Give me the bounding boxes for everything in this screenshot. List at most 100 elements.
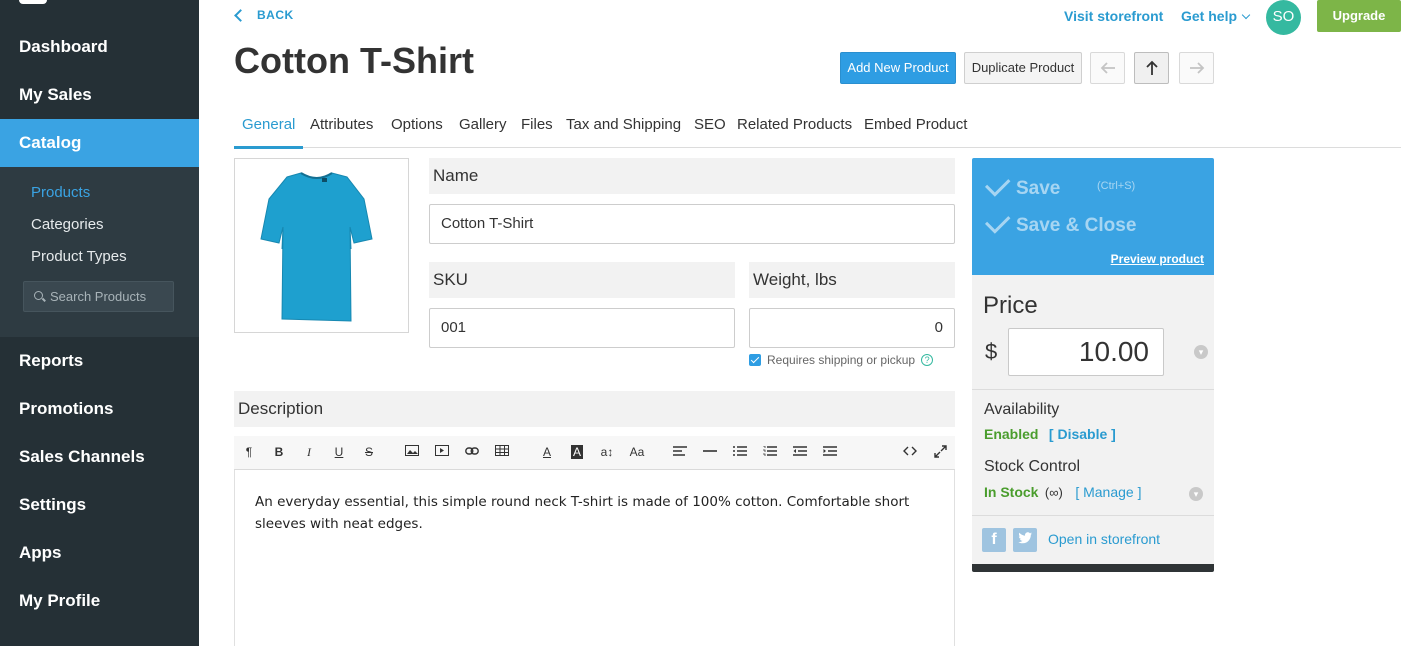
facebook-icon[interactable]: f <box>982 528 1006 552</box>
save-panel: Save (Ctrl+S) Save & Close Preview produ… <box>972 158 1214 275</box>
arrow-left-icon <box>1100 62 1115 74</box>
check-close-icon <box>984 208 1011 234</box>
manage-stock-link[interactable]: [ Manage ] <box>1075 484 1141 500</box>
nav-promotions[interactable]: Promotions <box>0 385 199 433</box>
stock-options-icon[interactable]: ▾ <box>1189 487 1203 501</box>
product-tabs: General Attributes Options Gallery Files… <box>234 108 1401 149</box>
tab-files[interactable]: Files <box>521 116 553 146</box>
save-button[interactable]: Save <box>984 171 1061 200</box>
font-family-icon[interactable]: Aa <box>628 445 646 459</box>
subnav-product-types[interactable]: Product Types <box>31 248 127 265</box>
tab-seo[interactable]: SEO <box>694 116 726 146</box>
font-size-icon[interactable]: a↕ <box>598 445 616 459</box>
divider <box>972 389 1214 390</box>
description-editor[interactable]: An everyday essential, this simple round… <box>234 470 955 646</box>
tab-gallery[interactable]: Gallery <box>459 116 507 146</box>
twitter-icon[interactable] <box>1013 528 1037 552</box>
upgrade-button[interactable]: Upgrade <box>1317 0 1401 32</box>
stock-status: In Stock <box>984 484 1039 500</box>
back-link[interactable]: BACK <box>234 8 294 22</box>
chevron-down-icon <box>1241 10 1251 20</box>
app-logo[interactable] <box>19 0 47 4</box>
nav-sales-channels[interactable]: Sales Channels <box>0 433 199 481</box>
availability-status: Enabled <box>984 426 1039 442</box>
sidebar: Dashboard My Sales Catalog Products Cate… <box>0 0 199 646</box>
search-products-input[interactable]: Search Products <box>23 281 174 312</box>
next-product-button[interactable] <box>1179 52 1214 84</box>
requires-shipping-checkbox[interactable] <box>749 354 761 366</box>
availability-label: Availability <box>984 401 1060 418</box>
save-label: Save <box>1016 178 1061 199</box>
subnav-categories[interactable]: Categories <box>31 216 104 233</box>
background-color-icon[interactable]: A <box>568 445 586 459</box>
arrow-up-icon <box>1145 60 1158 75</box>
help-icon[interactable]: ? <box>921 354 934 366</box>
add-new-product-button[interactable]: Add New Product <box>840 52 956 84</box>
avatar[interactable]: SO <box>1266 0 1301 35</box>
tab-tax-and-shipping[interactable]: Tax and Shipping <box>566 116 681 146</box>
name-input[interactable]: Cotton T-Shirt <box>429 204 955 244</box>
product-image[interactable] <box>234 158 409 333</box>
chevron-left-icon <box>234 8 247 22</box>
get-help-label: Get help <box>1181 8 1238 24</box>
nav-apps[interactable]: Apps <box>0 529 199 577</box>
strikethrough-icon[interactable]: S <box>360 445 378 459</box>
nav-my-sales[interactable]: My Sales <box>0 71 199 119</box>
product-sidebar: Price $ 10.00 ▾ Availability Enabled [ D… <box>972 275 1214 572</box>
tab-attributes[interactable]: Attributes <box>310 116 373 146</box>
weight-label: Weight, lbs <box>749 262 955 298</box>
tab-general[interactable]: General <box>234 116 304 149</box>
align-icon[interactable] <box>671 445 689 459</box>
tab-options[interactable]: Options <box>391 116 443 146</box>
video-icon[interactable] <box>433 445 451 459</box>
sku-input[interactable]: 001 <box>429 308 735 348</box>
get-help-menu[interactable]: Get help <box>1181 8 1251 24</box>
save-close-button[interactable]: Save & Close <box>984 208 1137 237</box>
disable-link[interactable]: [ Disable ] <box>1049 426 1116 442</box>
nav-reports[interactable]: Reports <box>0 337 199 385</box>
nav-dashboard[interactable]: Dashboard <box>0 23 199 71</box>
table-icon[interactable] <box>493 445 511 459</box>
bold-icon[interactable]: B <box>270 445 288 459</box>
bullet-list-icon[interactable] <box>731 445 749 459</box>
tab-embed-product[interactable]: Embed Product <box>864 116 967 146</box>
image-icon[interactable] <box>403 445 421 459</box>
fullscreen-icon[interactable] <box>931 445 949 461</box>
tshirt-image <box>260 172 373 322</box>
price-options-icon[interactable]: ▾ <box>1194 345 1208 359</box>
numbered-list-icon[interactable] <box>761 445 779 459</box>
paragraph-icon[interactable]: ¶ <box>240 445 258 459</box>
visit-storefront-link[interactable]: Visit storefront <box>1064 8 1163 24</box>
duplicate-product-button[interactable]: Duplicate Product <box>964 52 1082 84</box>
check-icon <box>984 171 1011 197</box>
currency-symbol: $ <box>985 339 998 364</box>
stock-row: In Stock (∞) [ Manage ] <box>984 484 1141 502</box>
code-view-icon[interactable] <box>901 445 919 459</box>
tab-related-products[interactable]: Related Products <box>737 116 852 146</box>
price-label: Price <box>983 292 1038 319</box>
subnav-products[interactable]: Products <box>31 184 90 201</box>
italic-icon[interactable]: I <box>300 445 318 460</box>
font-color-icon[interactable]: A <box>538 445 556 459</box>
open-in-storefront-link[interactable]: Open in storefront <box>1048 531 1160 547</box>
up-to-list-button[interactable] <box>1134 52 1169 84</box>
price-input[interactable]: 10.00 <box>1008 328 1164 376</box>
save-shortcut: (Ctrl+S) <box>1097 180 1136 192</box>
indent-icon[interactable] <box>821 445 839 459</box>
horizontal-rule-icon[interactable] <box>701 445 719 459</box>
arrow-right-icon <box>1189 62 1204 74</box>
stock-infinity: (∞) <box>1044 485 1063 500</box>
preview-product-link[interactable]: Preview product <box>1111 252 1204 266</box>
requires-shipping-label: Requires shipping or pickup <box>767 353 916 367</box>
nav-my-profile[interactable]: My Profile <box>0 577 199 625</box>
outdent-icon[interactable] <box>791 445 809 459</box>
sku-label: SKU <box>429 262 735 298</box>
previous-product-button[interactable] <box>1090 52 1125 84</box>
nav-catalog[interactable]: Catalog <box>0 119 199 167</box>
stock-control-label: Stock Control <box>984 458 1081 475</box>
underline-icon[interactable]: U <box>330 445 348 459</box>
save-close-label: Save & Close <box>1016 215 1137 236</box>
nav-settings[interactable]: Settings <box>0 481 199 529</box>
weight-input[interactable]: 0 <box>749 308 955 348</box>
link-icon[interactable] <box>463 445 481 459</box>
